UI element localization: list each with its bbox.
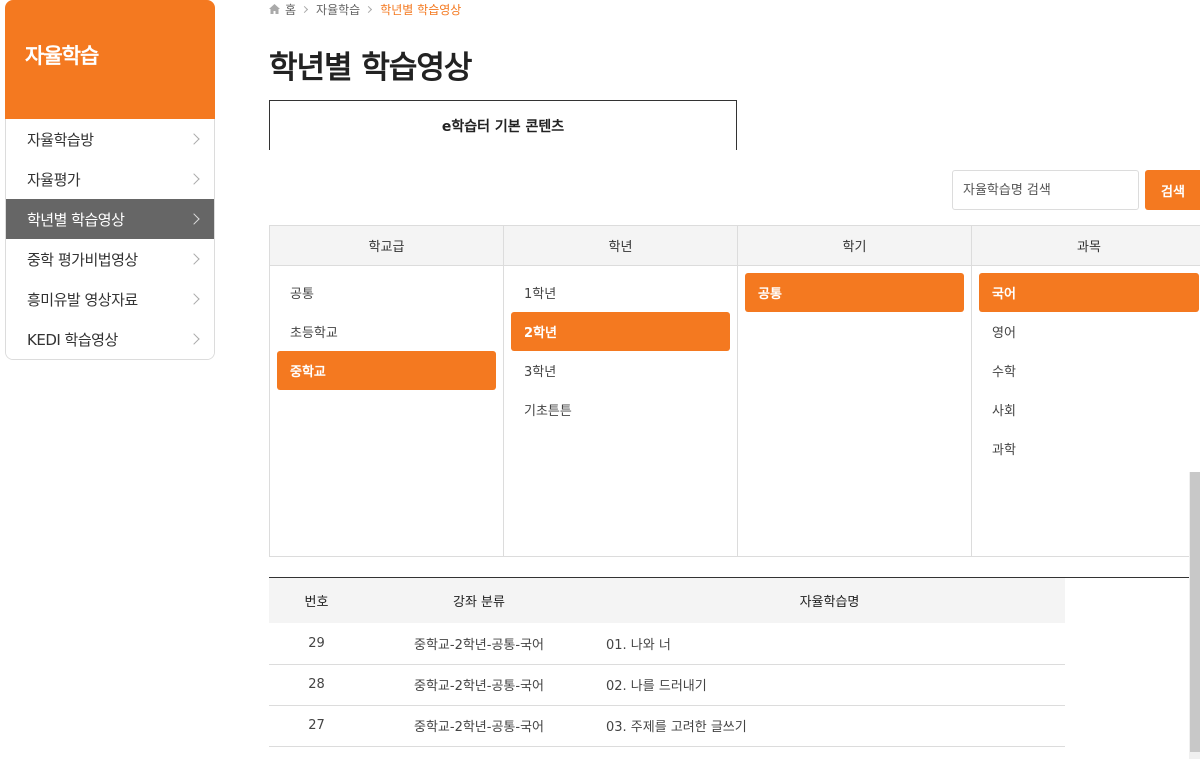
search-button[interactable]: 검색 (1145, 170, 1200, 210)
filter-option[interactable]: 초등학교 (277, 312, 496, 351)
sidebar-item-label: 자율평가 (27, 170, 81, 189)
filter-list: 공통 초등학교 중학교 (270, 266, 503, 397)
filter-header: 과목 (972, 226, 1200, 266)
breadcrumb-level1[interactable]: 자율학습 (316, 1, 360, 18)
filter-option[interactable]: 기초튼튼 (511, 390, 730, 429)
sidebar-item-label: KEDI 학습영상 (27, 330, 118, 349)
filter-subject: 과목 국어 영어 수학 사회 과학 (972, 226, 1200, 556)
breadcrumb-current: 학년별 학습영상 (380, 2, 462, 17)
tab-basic-content[interactable]: e학습터 기본 콘텐츠 (269, 100, 737, 150)
header-name: 자율학습명 (594, 578, 1065, 623)
filter-header: 학년 (504, 226, 737, 266)
row-number: 27 (269, 705, 364, 747)
filter-list: 국어 영어 수학 사회 과학 (972, 266, 1200, 475)
filter-option[interactable]: 영어 (979, 312, 1199, 351)
sidebar-item-grade-videos[interactable]: 학년별 학습영상 (6, 199, 214, 239)
chevron-right-icon (188, 213, 200, 225)
row-number: 28 (269, 664, 364, 706)
row-number: 29 (269, 623, 364, 665)
breadcrumb: 홈 자율학습 학년별 학습영상 (269, 0, 461, 18)
chevron-right-icon (188, 173, 200, 185)
filter-option-selected[interactable]: 공통 (745, 273, 964, 312)
sidebar-header: 자율학습 (5, 0, 215, 119)
header-category: 강좌 분류 (364, 578, 594, 623)
filter-header: 학기 (738, 226, 971, 266)
scrollbar-thumb[interactable] (1190, 472, 1200, 752)
breadcrumb-home[interactable]: 홈 (285, 1, 296, 18)
sidebar-menu: 자율학습방 자율평가 학년별 학습영상 중학 평가비법영상 흥미유발 영상자료 … (5, 119, 215, 360)
sidebar-item-self-study-room[interactable]: 자율학습방 (6, 119, 214, 159)
filter-option-selected[interactable]: 2학년 (511, 312, 730, 351)
chevron-right-icon (365, 5, 373, 13)
chevron-right-icon (188, 293, 200, 305)
table-header-row: 번호 강좌 분류 자율학습명 (269, 578, 1065, 623)
header-number: 번호 (269, 578, 364, 623)
filter-option[interactable]: 1학년 (511, 273, 730, 312)
chevron-right-icon (188, 253, 200, 265)
chevron-right-icon (301, 5, 309, 13)
filter-school-level: 학교급 공통 초등학교 중학교 (270, 226, 504, 556)
row-category: 중학교-2학년-공통-국어 (364, 664, 594, 706)
page-title: 학년별 학습영상 (269, 50, 472, 86)
sidebar-title: 자율학습 (25, 44, 99, 68)
search-input[interactable] (952, 170, 1139, 210)
sidebar-item-label: 학년별 학습영상 (27, 210, 125, 229)
filter-list: 1학년 2학년 3학년 기초튼튼 (504, 266, 737, 436)
row-category: 중학교-2학년-공통-국어 (364, 623, 594, 665)
row-name-link[interactable]: 03. 주제를 고려한 글쓰기 (594, 705, 1065, 747)
row-category: 중학교-2학년-공통-국어 (364, 705, 594, 747)
filter-option-selected[interactable]: 국어 (979, 273, 1199, 312)
sidebar: 자율학습 자율학습방 자율평가 학년별 학습영상 중학 평가비법영상 흥미유발 … (5, 0, 215, 360)
sidebar-item-label: 중학 평가비법영상 (27, 250, 138, 269)
sidebar-item-label: 흥미유발 영상자료 (27, 290, 138, 309)
filter-semester: 학기 공통 (738, 226, 972, 556)
sidebar-item-self-assessment[interactable]: 자율평가 (6, 159, 214, 199)
results-table: 번호 강좌 분류 자율학습명 29 중학교-2학년-공통-국어 01. 나와 너… (269, 577, 1192, 747)
row-name-link[interactable]: 01. 나와 너 (594, 623, 1065, 665)
sidebar-item-label: 자율학습방 (27, 130, 94, 149)
filter-grade: 학년 1학년 2학년 3학년 기초튼튼 (504, 226, 738, 556)
filter-option[interactable]: 과학 (979, 429, 1199, 468)
filter-option[interactable]: 수학 (979, 351, 1199, 390)
row-name-link[interactable]: 02. 나를 드러내기 (594, 664, 1065, 706)
home-icon[interactable] (269, 4, 280, 14)
filter-list: 공통 (738, 266, 971, 319)
chevron-right-icon (188, 133, 200, 145)
table-row[interactable]: 27 중학교-2학년-공통-국어 03. 주제를 고려한 글쓰기 (269, 705, 1065, 747)
sidebar-item-interest-videos[interactable]: 흥미유발 영상자료 (6, 279, 214, 319)
chevron-right-icon (188, 333, 200, 345)
sidebar-item-kedi-videos[interactable]: KEDI 학습영상 (6, 319, 214, 359)
table-row[interactable]: 29 중학교-2학년-공통-국어 01. 나와 너 (269, 623, 1065, 665)
filter-option[interactable]: 3학년 (511, 351, 730, 390)
table-row[interactable]: 28 중학교-2학년-공통-국어 02. 나를 드러내기 (269, 664, 1065, 706)
filter-option[interactable]: 사회 (979, 390, 1199, 429)
filter-option-selected[interactable]: 중학교 (277, 351, 496, 390)
filter-header: 학교급 (270, 226, 503, 266)
sidebar-item-middle-school-evaluation-videos[interactable]: 중학 평가비법영상 (6, 239, 214, 279)
filter-option[interactable]: 공통 (277, 273, 496, 312)
filter-panel: 학교급 공통 초등학교 중학교 학년 1학년 2학년 3학년 기초튼튼 학기 공… (269, 225, 1200, 557)
